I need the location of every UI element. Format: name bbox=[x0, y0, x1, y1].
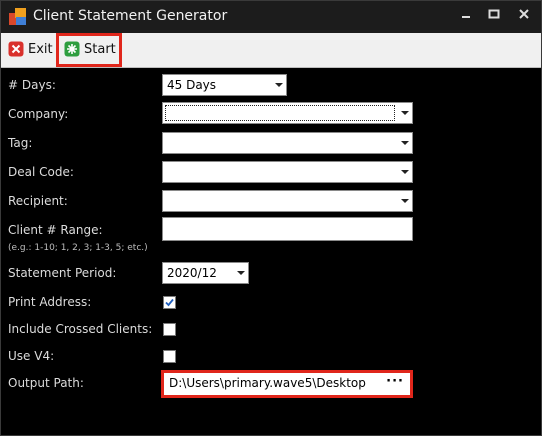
print-address-checkbox[interactable] bbox=[163, 296, 176, 309]
client-range-label: Client # Range: bbox=[8, 223, 103, 237]
close-button[interactable] bbox=[511, 6, 537, 28]
title-bar: Client Statement Generator bbox=[1, 1, 541, 33]
company-label: Company: bbox=[8, 107, 69, 121]
print-address-label: Print Address: bbox=[8, 295, 92, 309]
days-select[interactable]: 45 Days bbox=[162, 74, 287, 96]
window-title: Client Statement Generator bbox=[33, 8, 228, 24]
statement-period-value: 2020/12 bbox=[167, 266, 217, 280]
app-logo-icon bbox=[9, 8, 26, 25]
minimize-icon bbox=[462, 16, 470, 18]
chevron-down-icon bbox=[401, 170, 409, 174]
statement-period-label: Statement Period: bbox=[8, 266, 117, 280]
maximize-icon bbox=[488, 9, 500, 19]
include-crossed-checkbox[interactable] bbox=[163, 323, 176, 336]
app-window: Client Statement Generator Exit Start # … bbox=[0, 0, 542, 436]
start-highlight-box bbox=[56, 33, 122, 67]
chevron-down-icon bbox=[401, 111, 409, 115]
close-icon bbox=[519, 9, 529, 19]
company-select[interactable] bbox=[162, 102, 413, 124]
recipient-select[interactable] bbox=[162, 190, 413, 212]
client-range-input[interactable] bbox=[162, 217, 413, 241]
exit-button[interactable]: Exit bbox=[8, 37, 53, 61]
days-label: # Days: bbox=[8, 78, 56, 92]
output-path-label: Output Path: bbox=[8, 376, 84, 390]
statement-period-select[interactable]: 2020/12 bbox=[162, 262, 249, 284]
use-v4-label: Use V4: bbox=[8, 349, 55, 363]
chevron-down-icon bbox=[401, 141, 409, 145]
chevron-down-icon bbox=[275, 83, 283, 87]
exit-icon bbox=[8, 41, 24, 57]
exit-label: Exit bbox=[28, 41, 53, 57]
minimize-button[interactable] bbox=[453, 6, 479, 28]
output-path-field[interactable]: D:\Users\primary.wave5\Desktop ··· bbox=[161, 370, 413, 398]
chevron-down-icon bbox=[237, 271, 245, 275]
days-value: 45 Days bbox=[167, 78, 217, 92]
tag-label: Tag: bbox=[8, 136, 33, 150]
client-range-hint: (e.g.: 1-10; 1, 2, 3; 1-3, 5; etc.) bbox=[8, 243, 148, 253]
include-crossed-label: Include Crossed Clients: bbox=[8, 322, 153, 336]
checkmark-icon bbox=[165, 298, 174, 307]
maximize-button[interactable] bbox=[481, 6, 507, 28]
focus-outline bbox=[165, 105, 395, 121]
chevron-down-icon bbox=[401, 199, 409, 203]
deal-code-label: Deal Code: bbox=[8, 165, 74, 179]
deal-code-select[interactable] bbox=[162, 161, 413, 183]
recipient-label: Recipient: bbox=[8, 194, 68, 208]
tag-select[interactable] bbox=[162, 132, 413, 154]
use-v4-checkbox[interactable] bbox=[163, 350, 176, 363]
browse-button[interactable]: ··· bbox=[386, 374, 404, 389]
output-path-value: D:\Users\primary.wave5\Desktop bbox=[169, 376, 366, 390]
